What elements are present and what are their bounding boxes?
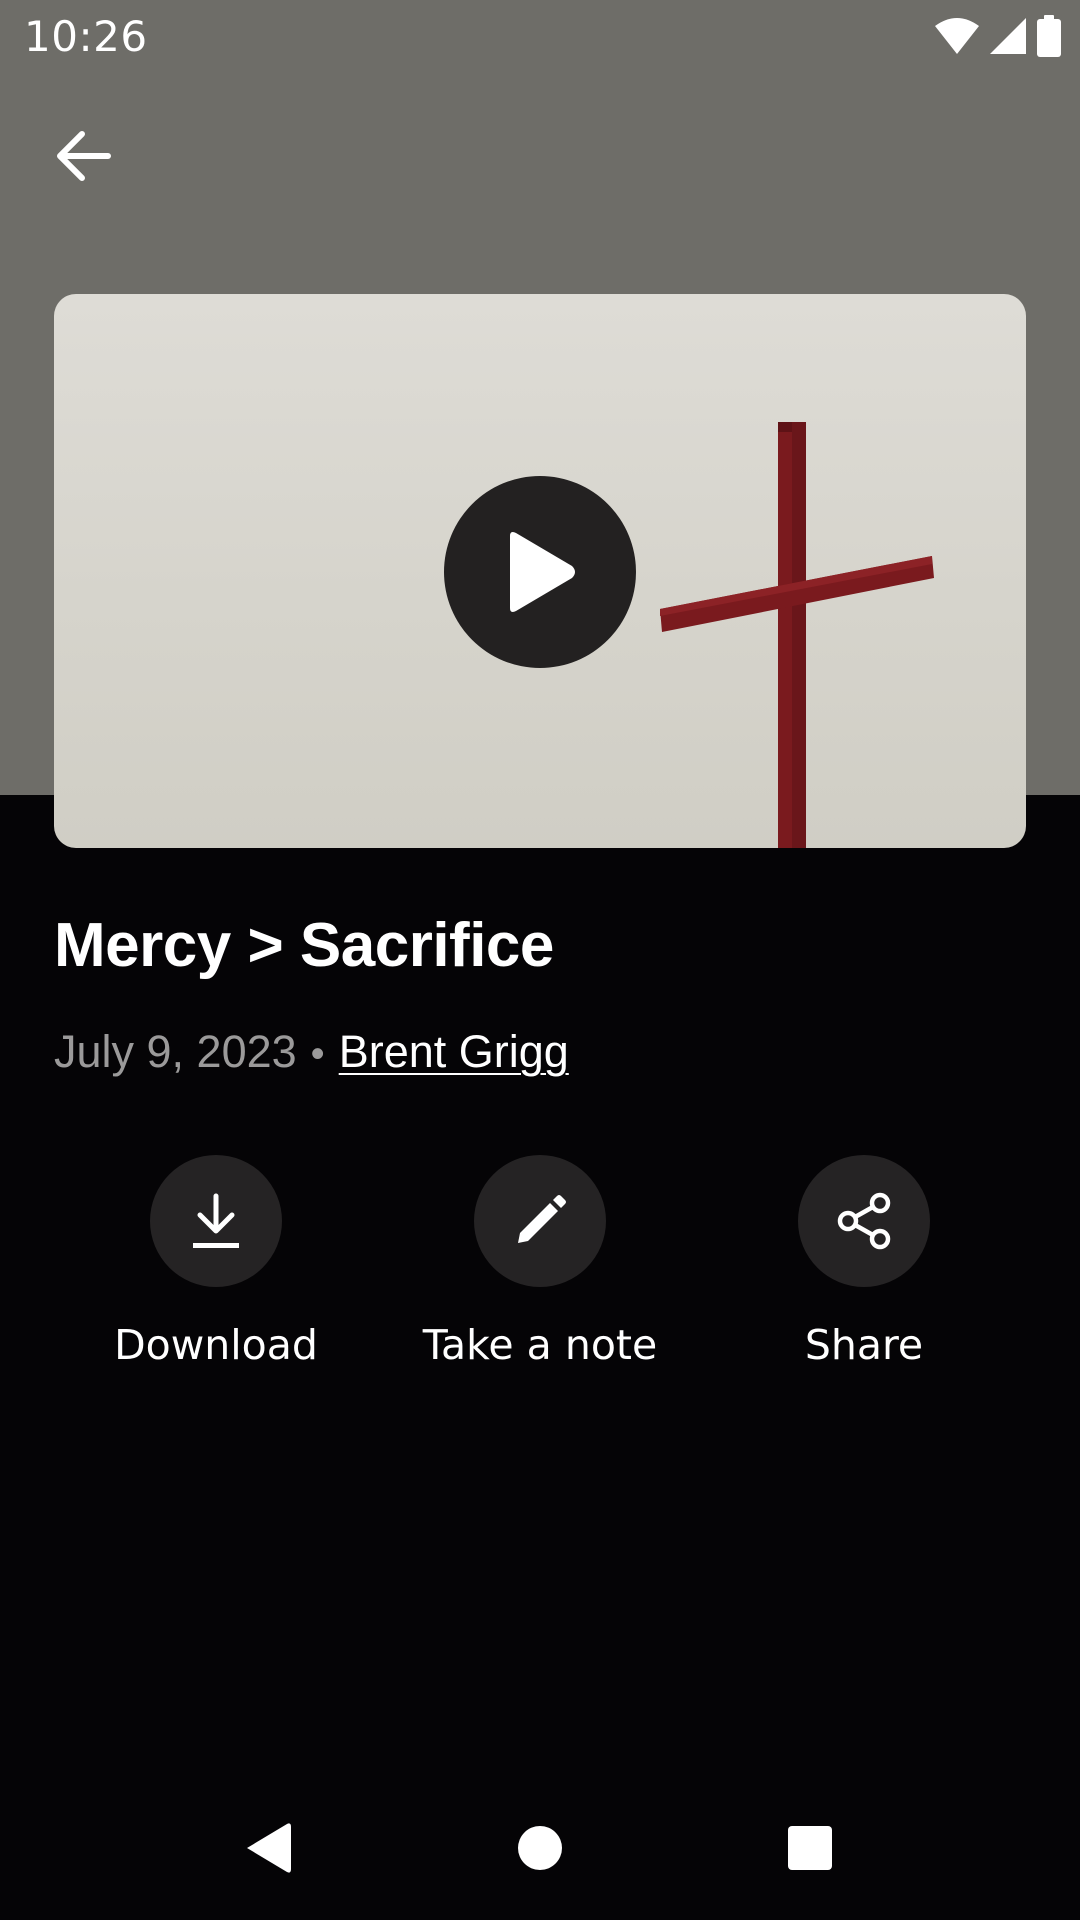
download-circle[interactable] [150,1155,282,1287]
back-button[interactable] [44,116,124,196]
nav-home-button[interactable] [480,1776,600,1920]
share-label: Share [804,1321,924,1369]
share-button[interactable]: Share [702,1155,1026,1369]
share-icon [837,1192,891,1250]
cellular-signal-icon [990,18,1026,54]
battery-icon [1037,15,1061,57]
share-circle[interactable] [798,1155,930,1287]
sermon-title: Mercy > Sacrifice [54,911,554,980]
take-note-label: Take a note [422,1321,658,1369]
meta-separator: • [310,1032,325,1076]
system-navigation-bar [0,1776,1080,1920]
status-bar: 10:26 [0,0,1080,74]
sermon-date: July 9, 2023 [54,1026,297,1077]
download-label: Download [114,1321,318,1369]
play-button[interactable] [444,476,636,668]
speaker-link[interactable]: Brent Grigg [339,1026,569,1078]
wifi-icon [935,18,979,54]
download-icon [193,1193,239,1248]
back-triangle-icon [247,1823,291,1873]
play-icon [510,532,575,612]
sermon-meta: July 9, 2023 • Brent Grigg [54,1026,569,1078]
arrow-back-icon [57,131,111,181]
status-icons [934,14,1062,58]
nav-back-button[interactable] [208,1776,328,1920]
home-circle-icon [518,1826,562,1870]
pencil-icon [518,1195,566,1243]
recents-square-icon [788,1826,832,1870]
take-note-circle[interactable] [474,1155,606,1287]
sermon-artwork [54,294,1026,848]
take-note-button[interactable]: Take a note [378,1155,702,1369]
status-time: 10:26 [24,12,148,61]
action-row: Download Take a note Share [0,1155,1080,1395]
nav-recents-button[interactable] [750,1776,870,1920]
download-button[interactable]: Download [54,1155,378,1369]
